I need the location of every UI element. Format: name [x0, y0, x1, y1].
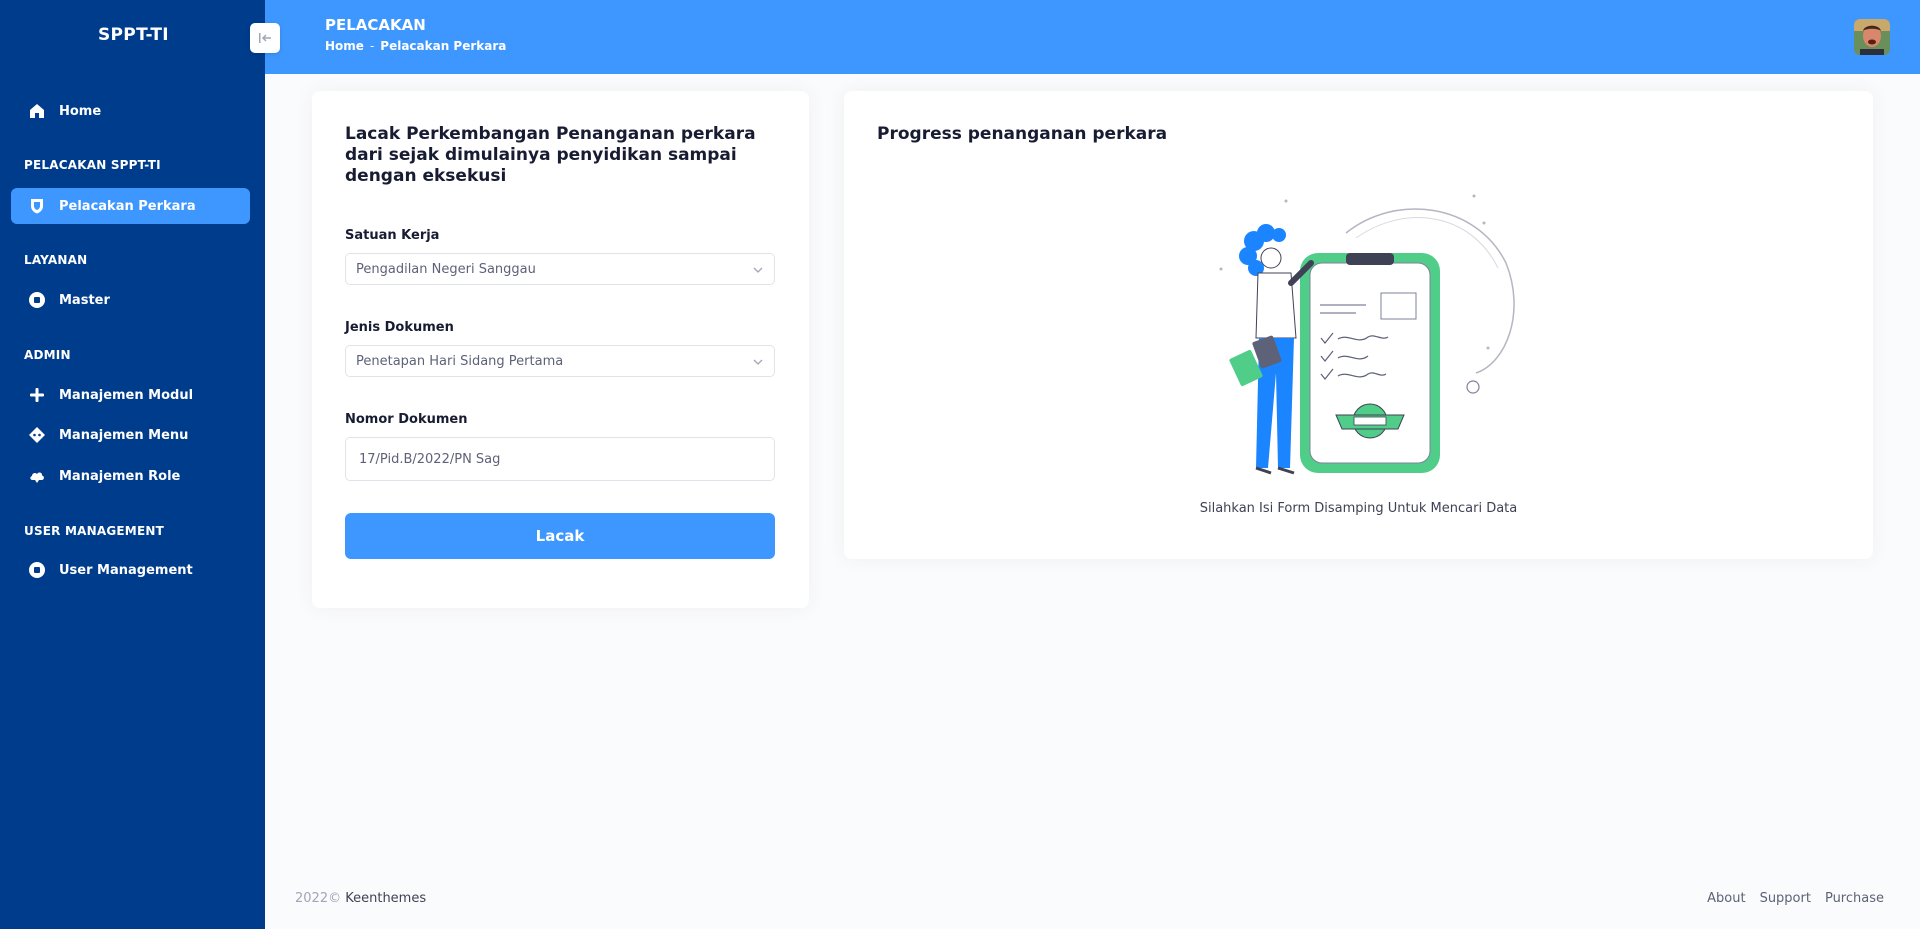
breadcrumb-separator: -: [369, 39, 375, 53]
progress-card: Progress penanganan perkara Silahkan Isi…: [844, 91, 1873, 559]
sidebar-section-admin: ADMIN: [24, 348, 71, 362]
lacak-button[interactable]: Lacak: [345, 513, 775, 559]
cloud-icon: [27, 466, 47, 486]
jenis-dokumen-label: Jenis Dokumen: [345, 320, 454, 335]
sidebar-item-label: User Management: [59, 562, 193, 578]
sidebar-toggle-button[interactable]: [250, 23, 280, 53]
home-icon: [27, 101, 47, 121]
footer-link-support[interactable]: Support: [1760, 891, 1811, 906]
sidebar-item-master[interactable]: Master: [11, 282, 250, 318]
breadcrumb-home[interactable]: Home: [325, 39, 364, 53]
satuan-kerja-value: Pengadilan Negeri Sanggau: [356, 261, 536, 277]
empty-state-message: Silahkan Isi Form Disamping Untuk Mencar…: [1199, 501, 1518, 516]
sidebar-item-manajemen-menu[interactable]: Manajemen Menu: [11, 417, 250, 453]
top-header: PELACAKAN Home - Pelacakan Perkara: [265, 0, 1920, 74]
satuan-kerja-select[interactable]: Pengadilan Negeri Sanggau: [345, 253, 775, 285]
brand-logo-text[interactable]: SPPT-TI: [98, 25, 169, 45]
footer-year: 2022©: [295, 891, 342, 906]
footer-link-about[interactable]: About: [1707, 891, 1745, 906]
chevron-down-icon: [752, 356, 764, 372]
satuan-kerja-label: Satuan Kerja: [345, 228, 440, 243]
empty-state-illustration: [1216, 193, 1516, 483]
nomor-dokumen-label: Nomor Dokumen: [345, 412, 468, 427]
page-title: PELACAKAN: [325, 16, 426, 34]
sidebar-section-layanan: LAYANAN: [24, 253, 88, 267]
stop-circle-icon: [27, 290, 47, 310]
breadcrumb: Home - Pelacakan Perkara: [325, 39, 506, 53]
sidebar-item-label: Pelacakan Perkara: [59, 198, 196, 214]
sidebar-item-pelacakan-perkara[interactable]: Pelacakan Perkara: [11, 188, 250, 224]
user-avatar[interactable]: [1854, 19, 1890, 55]
stop-circle-icon: [27, 560, 47, 580]
sidebar-item-home[interactable]: Home: [11, 93, 250, 129]
nomor-dokumen-value: 17/Pid.B/2022/PN Sag: [359, 451, 501, 467]
jenis-dokumen-value: Penetapan Hari Sidang Pertama: [356, 353, 564, 369]
sidebar-section-user-management: USER MANAGEMENT: [24, 524, 164, 538]
sidebar: SPPT-TI Home PELACAKAN SPPT-TI Pelacakan…: [0, 0, 265, 929]
footer-links: About Support Purchase: [1707, 891, 1884, 906]
sidebar-item-manajemen-modul[interactable]: Manajemen Modul: [11, 377, 250, 413]
sidebar-item-label: Master: [59, 292, 110, 308]
footer-link-purchase[interactable]: Purchase: [1825, 891, 1884, 906]
sidebar-item-label: Home: [59, 103, 102, 119]
footer-copyright: 2022© Keenthemes: [295, 891, 426, 906]
collapse-left-icon: [258, 29, 272, 48]
tracking-form-card: Lacak Perkembangan Penanganan perkara da…: [312, 91, 809, 608]
diamond-icon: [27, 425, 47, 445]
footer-company-link[interactable]: Keenthemes: [345, 891, 426, 906]
breadcrumb-current: Pelacakan Perkara: [380, 39, 507, 53]
sidebar-section-pelacakan: PELACAKAN SPPT-TI: [24, 158, 161, 172]
plus-icon: [27, 385, 47, 405]
form-heading: Lacak Perkembangan Penanganan perkara da…: [345, 124, 756, 186]
jenis-dokumen-select[interactable]: Penetapan Hari Sidang Pertama: [345, 345, 775, 377]
sidebar-item-manajemen-role[interactable]: Manajemen Role: [11, 458, 250, 494]
nomor-dokumen-input[interactable]: 17/Pid.B/2022/PN Sag: [345, 437, 775, 481]
sidebar-item-label: Manajemen Modul: [59, 387, 194, 403]
sidebar-item-label: Manajemen Role: [59, 468, 181, 484]
sidebar-item-user-management[interactable]: User Management: [11, 552, 250, 588]
sidebar-item-label: Manajemen Menu: [59, 427, 189, 443]
chevron-down-icon: [752, 264, 764, 280]
brand: SPPT-TI: [0, 0, 265, 74]
progress-title: Progress penanganan perkara: [877, 124, 1168, 144]
shield-icon: [27, 196, 47, 216]
